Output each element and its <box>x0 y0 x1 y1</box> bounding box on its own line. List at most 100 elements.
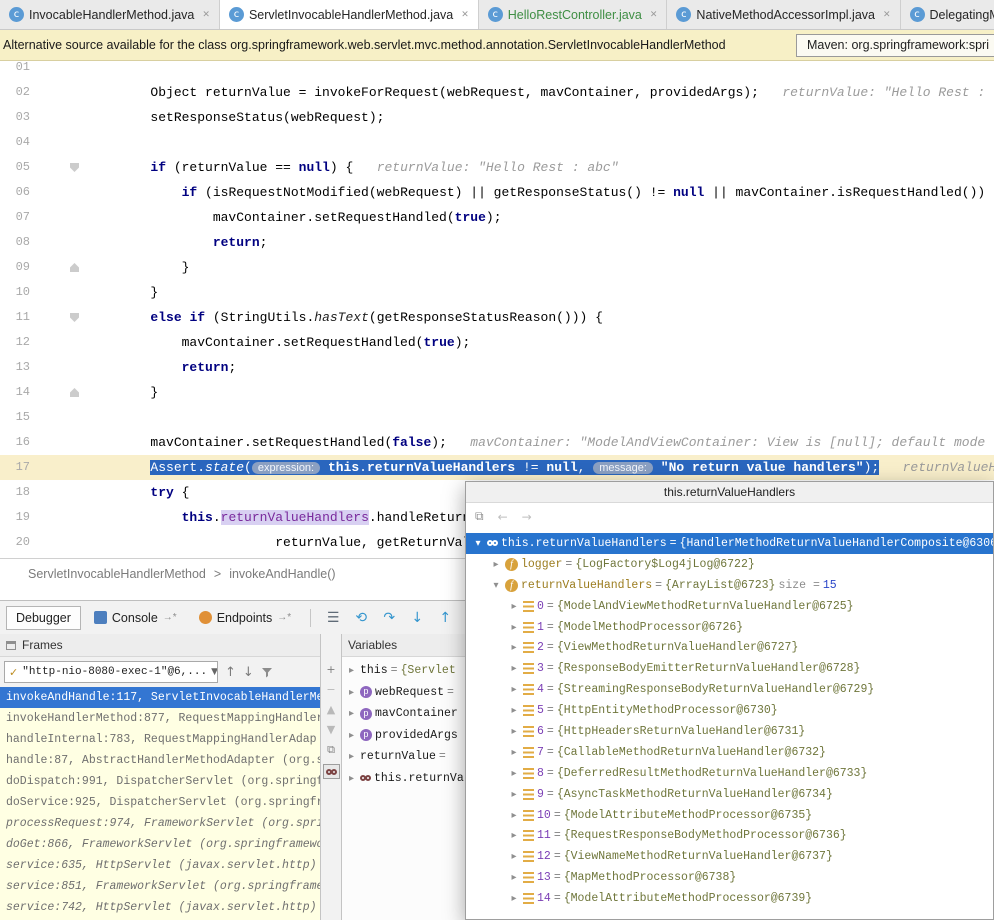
breadcrumb-method[interactable]: invokeAndHandle() <box>229 567 335 581</box>
chevron-right-icon[interactable]: ▸ <box>508 768 520 779</box>
close-icon[interactable]: ✕ <box>461 10 469 20</box>
close-icon[interactable]: ✕ <box>883 10 891 20</box>
line-number[interactable]: 11 <box>0 305 30 330</box>
chevron-down-icon[interactable]: ▾ <box>490 580 502 591</box>
tree-row[interactable]: ▸2 = {ViewMethodReturnValueHandler@6727} <box>466 637 993 658</box>
line-number[interactable]: 19 <box>0 505 30 530</box>
fold-marker-icon[interactable] <box>70 313 79 322</box>
tree-row[interactable]: ▸11 = {RequestResponseBodyMethodProcesso… <box>466 825 993 846</box>
move-down-icon[interactable]: ▼ <box>327 724 335 735</box>
chevron-right-icon[interactable]: ▸ <box>490 559 502 570</box>
fold-marker-icon[interactable] <box>70 263 79 272</box>
tab-debugger[interactable]: Debugger <box>6 606 81 630</box>
tree-row[interactable]: ▸4 = {StreamingResponseBodyReturnValueHa… <box>466 679 993 700</box>
line-number[interactable]: 01 <box>0 61 30 80</box>
editor-tab[interactable]: cDelegatingMethodAccessorImpl.java✕ <box>901 0 994 29</box>
chevron-right-icon[interactable]: ▸ <box>346 708 357 719</box>
step-out-icon[interactable]: ↑ <box>433 610 457 626</box>
line-number[interactable]: 05 <box>0 155 30 180</box>
copy-icon[interactable]: ⧉ <box>327 744 335 755</box>
line-number[interactable]: 02 <box>0 80 30 105</box>
line-number[interactable]: 15 <box>0 405 30 430</box>
line-number[interactable]: 03 <box>0 105 30 130</box>
editor-tab[interactable]: cHelloRestController.java✕ <box>479 0 668 29</box>
tree-row[interactable]: ▸9 = {AsyncTaskMethodReturnValueHandler@… <box>466 784 993 805</box>
tree-row[interactable]: ▸10 = {ModelAttributeMethodProcessor@673… <box>466 805 993 826</box>
chevron-right-icon[interactable]: ▸ <box>346 751 357 762</box>
stack-frame[interactable]: invokeAndHandle:117, ServletInvocableHan… <box>0 687 320 708</box>
tree-row[interactable]: ▸0 = {ModelAndViewMethodReturnValueHandl… <box>466 596 993 617</box>
tree-row[interactable]: ▸7 = {CallableMethodReturnValueHandler@6… <box>466 742 993 763</box>
editor-tab[interactable]: cNativeMethodAccessorImpl.java✕ <box>667 0 900 29</box>
editor-tab[interactable]: cInvocableHandlerMethod.java✕ <box>0 0 220 29</box>
show-watches-icon[interactable] <box>323 764 340 779</box>
close-icon[interactable]: ✕ <box>202 10 210 20</box>
previous-frame-button[interactable]: ↑ <box>225 665 236 680</box>
line-number[interactable]: 12 <box>0 330 30 355</box>
chevron-right-icon[interactable]: ▸ <box>508 747 520 758</box>
breadcrumb-class[interactable]: ServletInvocableHandlerMethod <box>28 567 206 581</box>
stack-frame[interactable]: doService:925, DispatcherServlet (org.sp… <box>0 792 320 813</box>
tree-row[interactable]: ▸6 = {HttpHeadersReturnValueHandler@6731… <box>466 721 993 742</box>
tree-row[interactable]: ▸3 = {ResponseBodyEmitterReturnValueHand… <box>466 658 993 679</box>
line-number[interactable]: 09 <box>0 255 30 280</box>
chevron-right-icon[interactable]: ▸ <box>508 893 520 904</box>
chevron-right-icon[interactable]: ▸ <box>508 851 520 862</box>
line-number[interactable]: 13 <box>0 355 30 380</box>
stack-frame[interactable]: service:635, HttpServlet (javax.servlet.… <box>0 855 320 876</box>
step-into-icon[interactable]: ↓ <box>405 610 429 626</box>
tree-row[interactable]: ▸14 = {ModelAttributeMethodProcessor@673… <box>466 888 993 909</box>
stack-frame[interactable]: processRequest:974, FrameworkServlet (or… <box>0 813 320 834</box>
chevron-right-icon[interactable]: ▸ <box>508 726 520 737</box>
next-frame-button[interactable]: ↓ <box>243 665 254 680</box>
line-number[interactable]: 18 <box>0 480 30 505</box>
tree-row[interactable]: ▸13 = {MapMethodProcessor@6738} <box>466 867 993 888</box>
chevron-right-icon[interactable]: ▸ <box>508 663 520 674</box>
thread-dropdown[interactable]: ✓ "http-nio-8080-exec-1"@6,... ▼ <box>4 661 218 683</box>
source-selector-dropdown[interactable]: Maven: org.springframework:spri <box>796 34 994 57</box>
chevron-right-icon[interactable]: ▸ <box>508 830 520 841</box>
stack-frame[interactable]: handleInternal:783, RequestMappingHandle… <box>0 729 320 750</box>
stack-frame[interactable]: doDispatch:991, DispatcherServlet (org.s… <box>0 771 320 792</box>
stack-frame[interactable]: service:851, FrameworkServlet (org.sprin… <box>0 876 320 897</box>
stack-frame[interactable]: handle:87, AbstractHandlerMethodAdapter … <box>0 750 320 771</box>
editor-tab[interactable]: cServletInvocableHandlerMethod.java✕ <box>220 0 479 29</box>
tree-row[interactable]: ▸5 = {HttpEntityMethodProcessor@6730} <box>466 700 993 721</box>
line-number[interactable]: 06 <box>0 180 30 205</box>
stack-frame[interactable]: service:742, HttpServlet (javax.servlet.… <box>0 897 320 918</box>
line-number[interactable]: 04 <box>0 130 30 155</box>
line-number[interactable]: 14 <box>0 380 30 405</box>
chevron-right-icon[interactable]: ▸ <box>508 810 520 821</box>
line-number[interactable]: 17 <box>0 455 30 480</box>
step-over-icon[interactable]: ↷ <box>377 610 401 626</box>
tree-row[interactable]: ▸1 = {ModelMethodProcessor@6726} <box>466 617 993 638</box>
layers-icon[interactable]: ⧉ <box>475 509 484 524</box>
chevron-right-icon[interactable]: ▸ <box>346 687 357 698</box>
line-number[interactable]: 16 <box>0 430 30 455</box>
tree-row[interactable]: ▸8 = {DeferredResultMethodReturnValueHan… <box>466 763 993 784</box>
chevron-right-icon[interactable]: ▸ <box>346 730 357 741</box>
menu-icon[interactable]: ☰ <box>321 610 345 626</box>
forward-icon[interactable]: → <box>522 510 532 524</box>
tree-row[interactable]: ▾freturnValueHandlers = {ArrayList@6723}… <box>466 575 993 596</box>
add-watch-icon[interactable]: + <box>326 664 335 675</box>
chevron-right-icon[interactable]: ▸ <box>508 622 520 633</box>
chevron-down-icon[interactable]: ▾ <box>472 538 484 549</box>
move-up-icon[interactable]: ▲ <box>327 704 335 715</box>
close-icon[interactable]: ✕ <box>650 10 658 20</box>
chevron-right-icon[interactable]: ▸ <box>508 789 520 800</box>
chevron-right-icon[interactable]: ▸ <box>508 705 520 716</box>
tree-row[interactable]: ▸flogger = {LogFactory$Log4jLog@6722} <box>466 554 993 575</box>
filter-funnel-icon[interactable] <box>261 666 273 678</box>
tree-row[interactable]: ▾this.returnValueHandlers = {HandlerMeth… <box>466 533 993 554</box>
chevron-right-icon[interactable]: ▸ <box>508 642 520 653</box>
fold-marker-icon[interactable] <box>70 163 79 172</box>
chevron-right-icon[interactable]: ▸ <box>508 872 520 883</box>
line-number[interactable]: 07 <box>0 205 30 230</box>
chevron-right-icon[interactable]: ▸ <box>346 665 357 676</box>
back-icon[interactable]: ← <box>498 510 508 524</box>
chevron-right-icon[interactable]: ▸ <box>346 773 357 784</box>
tree-row[interactable]: ▸12 = {ViewNameMethodReturnValueHandler@… <box>466 846 993 867</box>
rerun-icon[interactable]: ⟲ <box>349 610 373 626</box>
chevron-right-icon[interactable]: ▸ <box>508 684 520 695</box>
